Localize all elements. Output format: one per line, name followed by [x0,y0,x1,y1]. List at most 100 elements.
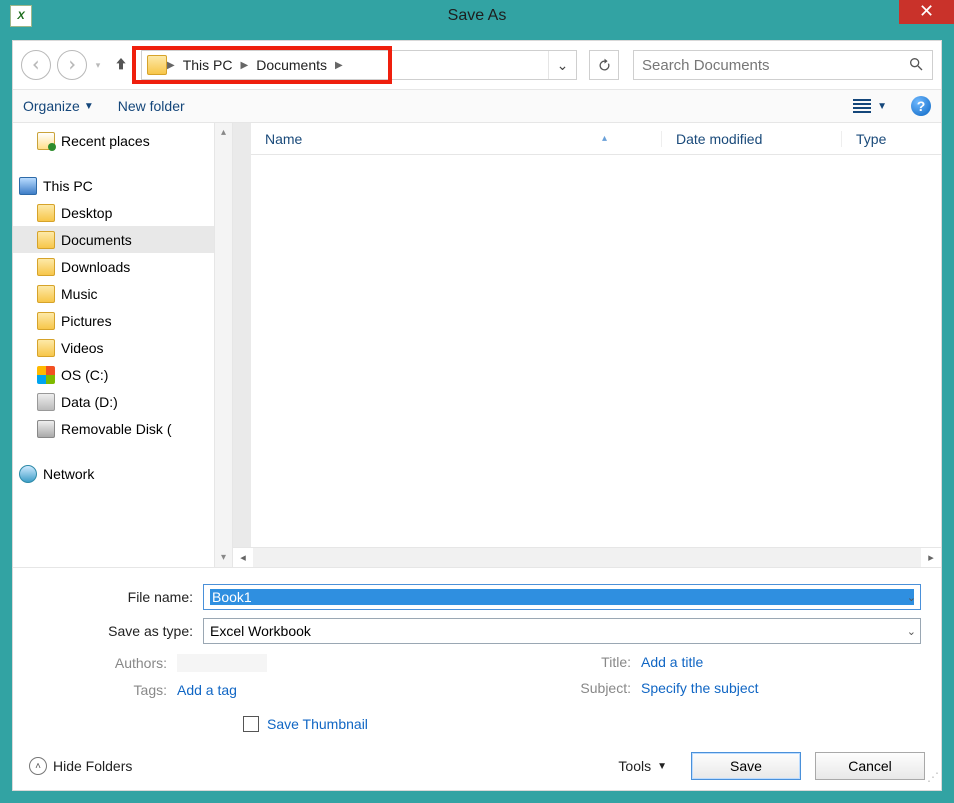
tools-menu[interactable]: Tools ▼ [618,758,667,774]
scroll-track[interactable] [253,548,921,567]
chevron-down-icon: ▼ [657,761,667,772]
save-thumbnail-label: Save Thumbnail [267,716,368,732]
toolbar: Organize ▼ New folder ▼ ? [13,89,941,123]
organize-label: Organize [23,98,80,114]
scroll-left-icon: ◂ [233,551,253,564]
column-header-date[interactable]: Date modified [661,131,841,147]
folder-icon [37,258,55,276]
recent-places-icon [37,132,55,150]
new-folder-button[interactable]: New folder [118,98,185,114]
folder-icon [37,231,55,249]
tools-label: Tools [618,758,651,774]
removable-disk-icon [37,420,55,438]
titlebar: Save As ✕ [0,0,954,32]
tree-label: Videos [61,340,104,356]
tree-item-removable[interactable]: Removable Disk ( [13,415,232,442]
chevron-down-icon: ▼ [877,101,887,112]
tree-item-pictures[interactable]: Pictures [13,307,232,334]
sort-indicator-icon: ▴ [602,133,607,144]
folder-icon [37,339,55,357]
file-list-margin [233,123,251,547]
save-as-type-select[interactable]: Excel Workbook ⌄ [203,618,921,644]
close-button[interactable]: ✕ [899,0,954,24]
authors-label: Authors: [33,655,177,671]
chevron-right-icon: ▶ [167,60,175,71]
breadcrumb-documents[interactable]: Documents [248,57,335,73]
checkbox-icon [243,716,259,732]
save-button[interactable]: Save [691,752,801,780]
help-icon: ? [917,98,926,114]
file-list[interactable] [251,155,941,547]
refresh-icon [597,58,612,73]
tree-label: Network [43,466,94,482]
tree-item-this-pc[interactable]: This PC [13,172,232,199]
folder-icon [37,285,55,303]
tree-label: Data (D:) [61,394,118,410]
resize-grip-icon[interactable]: ⋰ [925,774,939,788]
chevron-right-icon: ▶ [241,60,249,71]
tree-item-videos[interactable]: Videos [13,334,232,361]
authors-field[interactable] [177,654,267,672]
up-one-level-button[interactable] [113,56,131,75]
column-header-type[interactable]: Type [841,131,941,147]
save-as-dialog: Save As ✕ ▾ ▶ This PC ▶ Documents ▶ [0,0,954,803]
title-field[interactable]: Add a title [641,654,703,670]
refresh-button[interactable] [589,50,619,80]
tree-label: Documents [61,232,132,248]
tree-item-data-d[interactable]: Data (D:) [13,388,232,415]
address-dropdown[interactable]: ⌄ [548,51,576,79]
view-options-button[interactable]: ▼ [853,99,887,113]
file-name-input[interactable]: Book1 ⌄ [203,584,921,610]
breadcrumb-this-pc[interactable]: This PC [175,57,241,73]
tags-field[interactable]: Add a tag [177,682,237,698]
chevron-down-icon: ▼ [84,101,94,112]
forward-button[interactable] [57,50,87,80]
tree-item-recent-places[interactable]: Recent places [13,127,232,154]
collapse-icon: ˄ [29,757,47,775]
column-name-label: Name [265,131,302,147]
back-button[interactable] [21,50,51,80]
save-thumbnail-checkbox[interactable]: Save Thumbnail [243,716,921,732]
tree-item-downloads[interactable]: Downloads [13,253,232,280]
tree-label: This PC [43,178,93,194]
nav-history-dropdown[interactable]: ▾ [93,60,103,71]
tree-scrollbar[interactable]: ▴▾ [214,123,232,567]
chevron-down-icon: ⌄ [907,625,916,638]
breadcrumb-root-label: This PC [183,57,233,73]
tree-item-network[interactable]: Network [13,460,232,487]
navigation-tree: Recent places This PC Desktop Documents … [13,123,233,567]
column-header-name[interactable]: Name ▴ [251,131,661,147]
title-label: Title: [497,654,641,670]
subject-label: Subject: [497,680,641,696]
tree-item-desktop[interactable]: Desktop [13,199,232,226]
search-box[interactable] [633,50,933,80]
folder-icon [147,55,167,75]
hide-folders-button[interactable]: ˄ Hide Folders [29,757,132,775]
tree-item-documents[interactable]: Documents [13,226,232,253]
explorer-body: Recent places This PC Desktop Documents … [13,123,941,567]
file-name-label: File name: [33,589,203,605]
tree-label: Removable Disk ( [61,421,171,437]
address-bar[interactable]: ▶ This PC ▶ Documents ▶ ⌄ [141,50,577,80]
save-as-type-label: Save as type: [33,623,203,639]
subject-field[interactable]: Specify the subject [641,680,759,696]
this-pc-icon [19,177,37,195]
window-title: Save As [0,7,954,25]
cancel-button[interactable]: Cancel [815,752,925,780]
column-type-label: Type [856,131,886,147]
windows-drive-icon [37,366,55,384]
help-button[interactable]: ? [911,96,931,116]
organize-menu[interactable]: Organize ▼ [23,98,94,114]
dialog-footer: ˄ Hide Folders Tools ▼ Save Cancel [13,742,941,790]
breadcrumb-folder-label: Documents [256,57,327,73]
file-list-hscrollbar[interactable]: ◂ ▸ [233,547,941,567]
search-input[interactable] [642,57,908,74]
file-name-value: Book1 [210,589,914,605]
tree-item-music[interactable]: Music [13,280,232,307]
tree-item-os-c[interactable]: OS (C:) [13,361,232,388]
drive-icon [37,393,55,411]
arrow-left-icon [29,58,43,72]
tree-label: Downloads [61,259,130,275]
save-as-type-value: Excel Workbook [210,623,914,639]
column-date-label: Date modified [676,131,762,147]
